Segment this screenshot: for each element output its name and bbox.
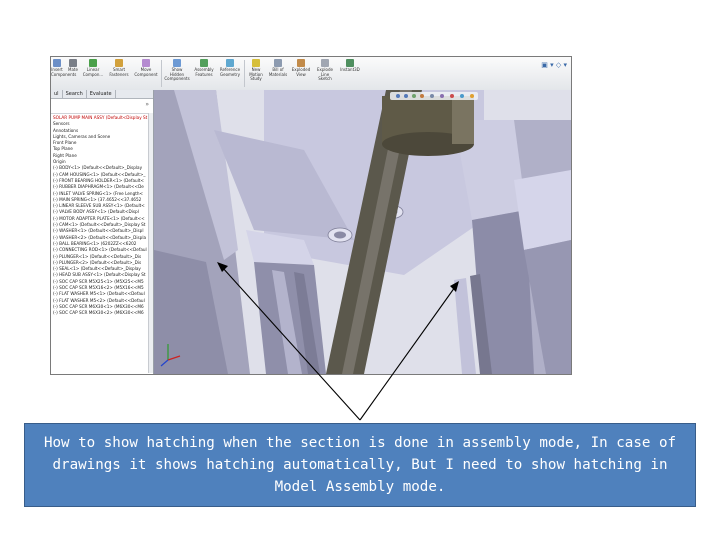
arrow-right-line <box>359 286 456 421</box>
arrow-left-line <box>221 266 361 421</box>
arrow-left-head <box>217 262 228 272</box>
arrow-right-head <box>450 281 459 292</box>
question-text: How to show hatching when the section is… <box>43 435 677 495</box>
question-callout: How to show hatching when the section is… <box>24 423 696 507</box>
